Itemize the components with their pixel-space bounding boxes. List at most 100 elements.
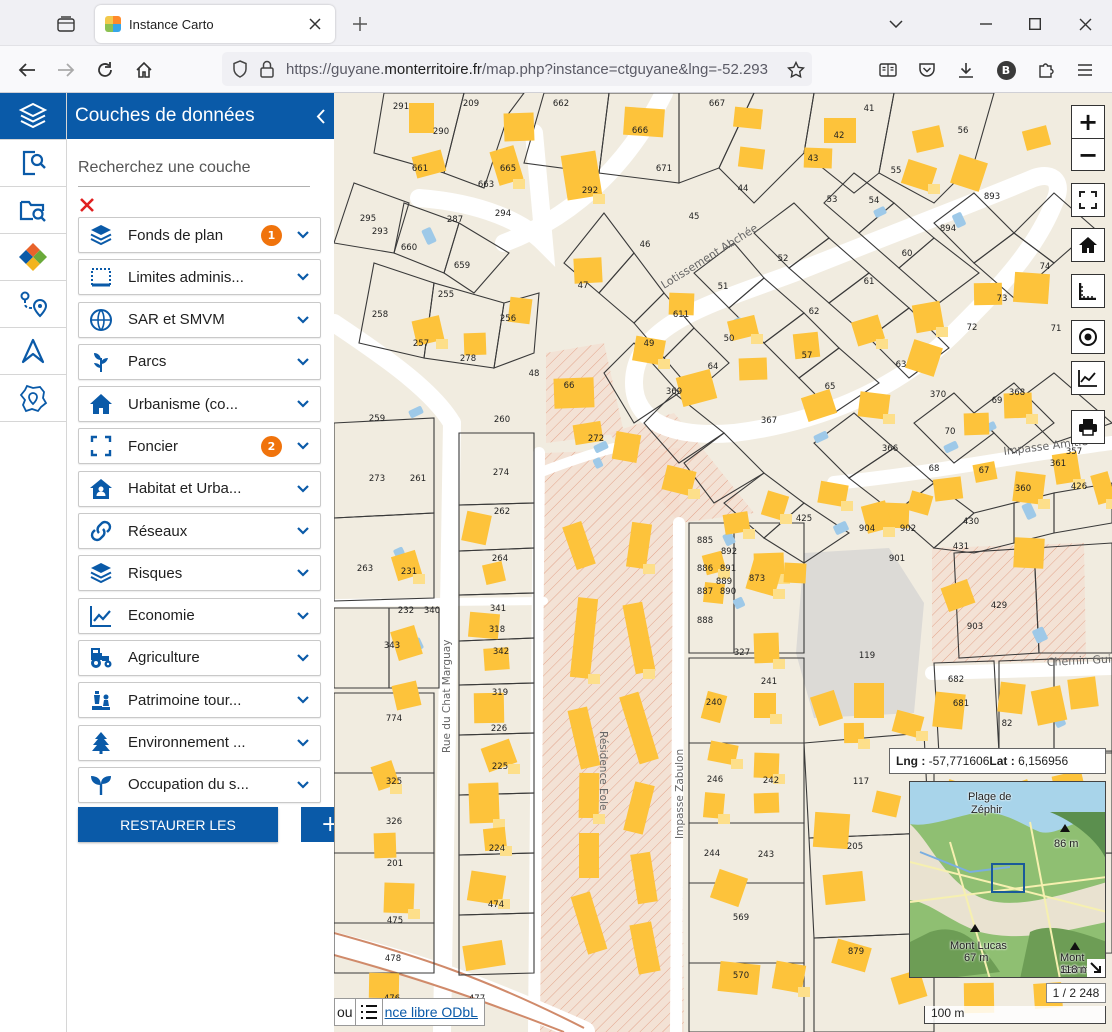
chevron-down-icon[interactable] xyxy=(290,262,316,292)
parcel-number: 72 xyxy=(967,323,978,333)
layer-group-9[interactable]: Risques xyxy=(78,555,321,592)
frame-corners-icon xyxy=(89,434,113,458)
parcel-number: 295 xyxy=(360,214,376,224)
layer-group-3[interactable]: SAR et SMVM xyxy=(78,301,321,338)
parcel-number: 611 xyxy=(673,310,689,320)
add-layer-button[interactable]: + xyxy=(301,807,334,842)
globe-icon xyxy=(89,308,113,332)
chevron-down-icon[interactable] xyxy=(290,474,316,504)
chevron-down-icon[interactable] xyxy=(290,601,316,631)
chevron-down-icon[interactable] xyxy=(290,220,316,250)
parcel-number: 201 xyxy=(387,859,403,869)
territory-map-pin-icon xyxy=(19,384,48,413)
forward-arrow-icon[interactable] xyxy=(50,54,82,86)
chevron-down-icon[interactable] xyxy=(290,770,316,800)
parcel-number: 287 xyxy=(447,215,463,225)
elevation-profile-chart-icon[interactable] xyxy=(1071,361,1105,395)
parcel-number: 892 xyxy=(721,547,737,557)
chevron-down-icon[interactable] xyxy=(290,305,316,335)
tab-list-icon[interactable] xyxy=(52,10,80,38)
extensions-puzzle-icon[interactable] xyxy=(1030,54,1062,86)
restore-layers-button[interactable]: RESTAURER LES xyxy=(78,807,278,842)
maximize-icon[interactable] xyxy=(1019,8,1051,40)
chevron-down-icon[interactable] xyxy=(290,728,316,758)
layer-group-2[interactable]: Limites adminis... xyxy=(78,259,321,296)
fullscreen-icon[interactable] xyxy=(1071,183,1105,217)
url-text[interactable]: https://guyane.monterritoire.fr/map.php?… xyxy=(286,61,768,78)
download-icon[interactable] xyxy=(950,54,982,86)
shield-icon[interactable] xyxy=(232,60,248,78)
back-arrow-icon[interactable] xyxy=(11,54,43,86)
bookmark-star-icon[interactable] xyxy=(780,54,812,86)
chevron-down-icon[interactable] xyxy=(290,685,316,715)
layer-group-label: Urbanisme (co... xyxy=(128,395,239,413)
measure-ruler-icon[interactable] xyxy=(1071,274,1105,308)
rail-itinerary-button[interactable] xyxy=(0,281,66,328)
pocket-icon[interactable] xyxy=(911,54,943,86)
print-icon[interactable] xyxy=(1071,410,1105,444)
layer-search-input[interactable] xyxy=(78,149,310,187)
layer-group-label: Patrimoine tour... xyxy=(128,691,242,709)
clear-search-icon[interactable] xyxy=(79,197,95,213)
chevron-down-icon[interactable] xyxy=(290,558,316,588)
layer-group-5[interactable]: Urbanisme (co... xyxy=(78,386,321,423)
panel-title: Couches de données xyxy=(75,105,255,126)
close-window-icon[interactable] xyxy=(1069,8,1101,40)
home-icon[interactable] xyxy=(128,54,160,86)
parcel-number: 225 xyxy=(492,762,508,772)
chevron-down-icon[interactable] xyxy=(290,347,316,377)
overview-minimap[interactable]: Plage de Zéphir 86 m Mont Lucas 67 m Mon… xyxy=(909,781,1106,978)
tab-overflow-chevron-icon[interactable] xyxy=(880,8,912,40)
minimize-icon[interactable] xyxy=(970,8,1002,40)
parcel-number: 659 xyxy=(454,261,470,271)
layer-group-4[interactable]: Parcs xyxy=(78,343,321,380)
reader-view-icon[interactable] xyxy=(872,54,904,86)
chevron-down-icon[interactable] xyxy=(290,389,316,419)
rail-folder-search-button[interactable] xyxy=(0,187,66,234)
rail-draw-button[interactable] xyxy=(0,328,66,375)
overview-collapse-arrow-icon[interactable] xyxy=(1087,959,1105,977)
browser-tab-active[interactable]: Instance Carto xyxy=(95,5,335,43)
layer-group-10[interactable]: Economie xyxy=(78,597,321,634)
close-tab-icon[interactable] xyxy=(305,14,325,34)
parcel-number: 671 xyxy=(656,164,672,174)
layer-group-14[interactable]: Occupation du s... xyxy=(78,766,321,803)
layer-group-6[interactable]: Foncier 2 xyxy=(78,428,321,465)
lock-icon[interactable] xyxy=(260,60,274,78)
attribution-list-icon[interactable] xyxy=(354,999,383,1025)
parcel-number: 368 xyxy=(1009,388,1025,398)
layer-group-7[interactable]: Habitat et Urba... xyxy=(78,470,321,507)
layer-group-1[interactable]: Fonds de plan 1 xyxy=(78,217,321,253)
layer-group-12[interactable]: Patrimoine tour... xyxy=(78,682,321,719)
parcel-number: 68 xyxy=(929,464,940,474)
parcel-number: 360 xyxy=(1015,484,1031,494)
rail-thematic-button[interactable] xyxy=(0,234,66,281)
house-icon xyxy=(89,392,113,416)
map-view[interactable]: 209 290 662 666 671 667 41 42 56 43 55 893 44 54 45 53 6… xyxy=(334,93,1112,1032)
route-pin-icon xyxy=(20,291,47,318)
account-avatar[interactable]: B xyxy=(990,54,1022,86)
hamburger-menu-icon[interactable] xyxy=(1069,54,1101,86)
layer-group-13[interactable]: Environnement ... xyxy=(78,724,321,761)
address-bar[interactable]: https://guyane.monterritoire.fr/map.php?… xyxy=(222,52,812,86)
parcel-number: 69 xyxy=(992,396,1003,406)
chevron-down-icon[interactable] xyxy=(290,516,316,546)
rail-search-document-button[interactable] xyxy=(0,140,66,187)
rail-territory-button[interactable] xyxy=(0,375,66,422)
new-tab-icon[interactable] xyxy=(346,10,374,38)
locate-target-icon[interactable] xyxy=(1071,320,1105,354)
collapse-chevron-left-icon[interactable] xyxy=(306,93,334,139)
chevron-down-icon[interactable] xyxy=(290,431,316,461)
parcel-number: 64 xyxy=(708,362,719,372)
chevron-down-icon[interactable] xyxy=(290,643,316,673)
parcel-number: 226 xyxy=(491,724,507,734)
layer-group-8[interactable]: Réseaux xyxy=(78,513,321,550)
reload-icon[interactable] xyxy=(89,54,121,86)
parcel-number: 474 xyxy=(488,900,504,910)
zoom-out-button[interactable]: − xyxy=(1072,138,1104,170)
layer-group-11[interactable]: Agriculture xyxy=(78,639,321,676)
attribution-license-link[interactable]: nce libre ODbL xyxy=(385,1004,484,1020)
rail-layers-button[interactable] xyxy=(0,93,66,140)
zoom-in-button[interactable]: + xyxy=(1072,106,1104,138)
home-extent-icon[interactable] xyxy=(1071,228,1105,262)
